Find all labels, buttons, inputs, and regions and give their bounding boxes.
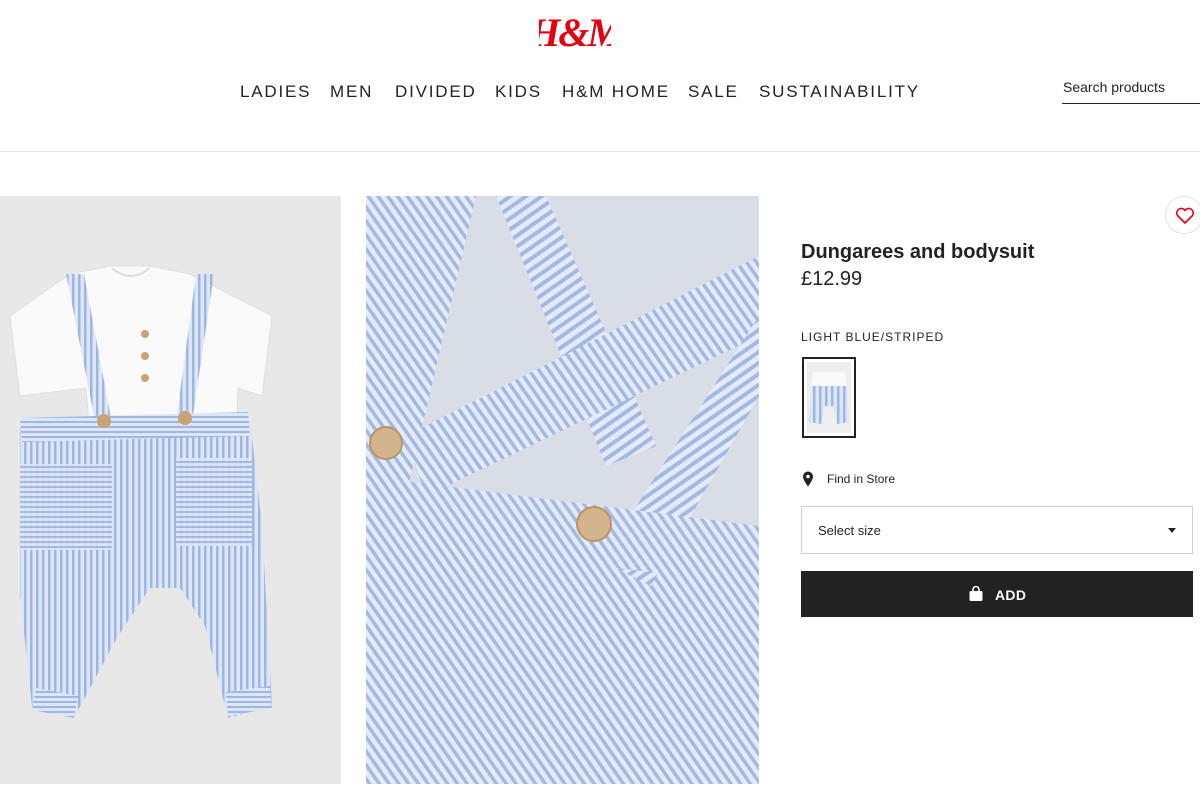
- chevron-down-icon: [1168, 528, 1176, 533]
- product-photo-detail: [366, 196, 759, 784]
- size-select[interactable]: Select size: [801, 506, 1193, 554]
- shopping-bag-icon: [969, 586, 983, 601]
- add-button-label: ADD: [995, 587, 1027, 603]
- nav-item-sustainability[interactable]: SUSTAINABILITY: [759, 82, 920, 102]
- heart-icon: [1175, 207, 1195, 224]
- site-header: H&M LADIES MEN DIVIDED KIDS H&M HOME SAL…: [0, 0, 1200, 152]
- nav-item-ladies[interactable]: LADIES: [240, 82, 311, 102]
- product-title: Dungarees and bodysuit: [801, 241, 1035, 263]
- location-pin-icon: [803, 471, 813, 487]
- swatch-garment-image: [807, 362, 851, 433]
- product-image-front[interactable]: [0, 196, 341, 784]
- favorite-button[interactable]: [1165, 196, 1200, 234]
- nav-item-kids[interactable]: KIDS: [495, 82, 542, 102]
- product-price: £12.99: [801, 268, 863, 290]
- search-box: [1062, 74, 1200, 104]
- hm-logo-text: H&M: [539, 10, 611, 54]
- nav-item-divided[interactable]: DIVIDED: [395, 82, 477, 102]
- search-input[interactable]: [1062, 74, 1200, 100]
- product-photo-front: [0, 196, 341, 784]
- hm-logo[interactable]: H&M: [539, 2, 611, 54]
- nav-item-hm-home[interactable]: H&M HOME: [562, 82, 670, 102]
- product-image-detail[interactable]: [366, 196, 759, 784]
- swatch-thumbnail: [807, 362, 851, 433]
- main-nav: LADIES MEN DIVIDED KIDS H&M HOME SALE SU…: [0, 82, 1200, 102]
- find-in-store-label: Find in Store: [827, 472, 896, 486]
- selected-color-label: LIGHT BLUE/STRIPED: [801, 330, 945, 344]
- nav-item-sale[interactable]: SALE: [688, 82, 739, 102]
- add-to-bag-button[interactable]: ADD: [801, 571, 1193, 617]
- nav-item-men[interactable]: MEN: [330, 82, 373, 102]
- size-select-label: Select size: [818, 523, 881, 538]
- color-swatch-light-blue-striped[interactable]: [802, 357, 856, 438]
